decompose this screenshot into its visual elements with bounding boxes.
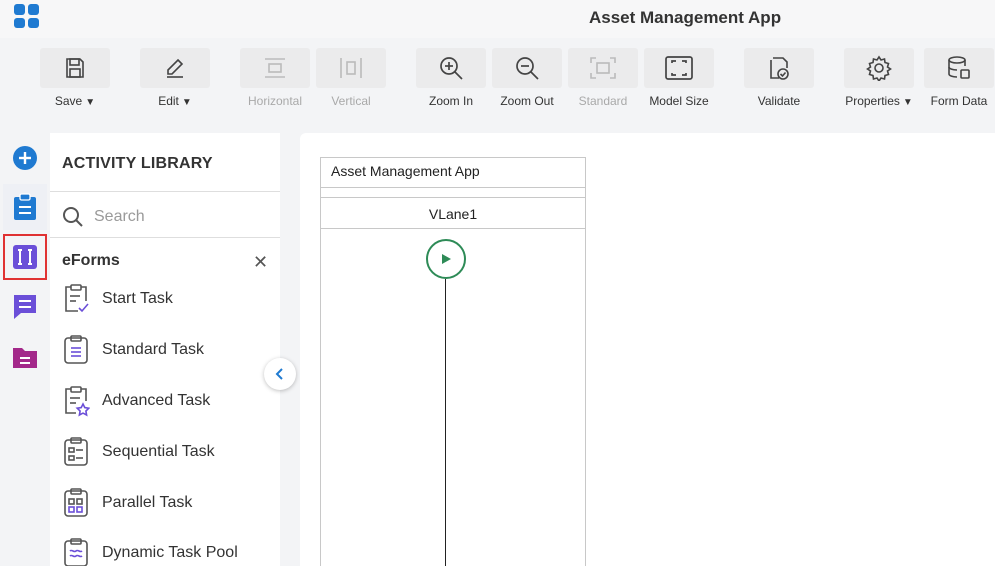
chevron-down-icon: ▼ [902,97,913,108]
library-item-parallel-task[interactable]: Parallel Task [62,483,272,523]
dynamic-task-pool-icon [62,536,90,566]
chevron-left-icon [275,368,283,380]
zoom-out-button[interactable]: Zoom Out [492,48,562,108]
app-launcher-icon[interactable] [14,4,40,28]
validate-button[interactable]: Validate [744,48,814,108]
activity-library-title: ACTIVITY LIBRARY [62,155,213,172]
edit-button[interactable]: Edit ▼ [140,48,210,108]
vertical-button[interactable]: Vertical [316,48,386,108]
gear-icon [844,48,914,88]
pencil-icon [140,48,210,88]
library-item-sequential-task[interactable]: Sequential Task [62,432,272,472]
library-item-label: Start Task [102,290,173,307]
sequential-task-icon [62,435,90,469]
chat-icon [14,295,36,319]
fit-screen-icon [644,48,714,88]
search-icon [63,207,83,227]
standard-task-icon [62,333,90,367]
pool-title: Asset Management App [321,158,585,188]
library-item-label: Advanced Task [102,392,211,409]
standard-button[interactable]: Standard [568,48,638,108]
advanced-task-icon [62,384,90,418]
rail-variables-button[interactable] [3,234,47,280]
process-canvas[interactable]: Asset Management App VLane1 [300,133,995,566]
zoom-out-icon [492,48,562,88]
save-icon [40,48,110,88]
parallel-task-icon [62,486,90,520]
start-event-node[interactable] [426,239,466,279]
library-item-label: Sequential Task [102,443,215,460]
lane-title[interactable]: VLane1 [321,198,585,229]
folder-icon [13,348,37,368]
zoom-in-label: Zoom In [428,94,473,108]
library-item-standard-task[interactable]: Standard Task [62,330,272,370]
library-item-label: Dynamic Task Pool [102,544,238,561]
horizontal-button[interactable]: Horizontal [240,48,310,108]
rail-messages-button[interactable] [3,284,47,330]
toolbar: Save ▼ Edit ▼ Horizontal Vertical Zoom In … [0,38,995,114]
vertical-label: Vertical [331,94,371,108]
rail-folder-button[interactable] [3,334,47,380]
sequence-flow-line[interactable] [445,279,446,566]
search-input[interactable] [94,205,264,229]
swimlane-pool[interactable]: Asset Management App VLane1 [320,157,586,566]
close-icon[interactable]: ✕ [253,253,268,271]
zoom-in-button[interactable]: Zoom In [416,48,486,108]
properties-button[interactable]: Properties ▼ [844,48,914,108]
divider [50,191,280,192]
model-size-label: Model Size [649,94,709,108]
library-item-advanced-task[interactable]: Advanced Task [62,381,272,421]
save-button[interactable]: Save ▼ [40,48,110,108]
validate-icon [744,48,814,88]
standard-size-icon [568,48,638,88]
zoom-in-icon [416,48,486,88]
category-title: eForms [62,252,120,269]
horizontal-label: Horizontal [247,94,303,108]
model-size-button[interactable]: Model Size [644,48,714,108]
properties-label: Properties [845,94,900,108]
activity-library-panel: ACTIVITY LIBRARY eForms ✕ Start Task Sta… [50,133,280,566]
edit-label: Edit [158,94,179,108]
rail-add-button[interactable] [3,135,47,181]
top-bar: Asset Management App [0,0,995,38]
database-icon [924,48,994,88]
validate-label: Validate [757,94,801,108]
variable-bracket-icon [13,245,37,269]
library-item-label: Parallel Task [102,494,193,511]
chevron-down-icon: ▼ [85,97,96,108]
library-item-start-task[interactable]: Start Task [62,279,272,319]
start-task-icon [62,282,90,316]
clipboard-icon [14,193,36,220]
library-item-dynamic-task-pool[interactable]: Dynamic Task Pool [62,533,272,566]
rail-activity-library-button[interactable] [3,184,47,230]
standard-label: Standard [578,94,628,108]
divider [50,237,280,238]
collapse-panel-button[interactable] [264,358,296,390]
plus-circle-icon [13,146,37,170]
zoom-out-label: Zoom Out [500,94,554,108]
vertical-layout-icon [316,48,386,88]
left-rail [0,133,50,566]
app-title: Asset Management App [589,8,782,27]
save-label: Save [54,94,83,108]
library-item-label: Standard Task [102,341,204,358]
horizontal-layout-icon [240,48,310,88]
play-icon [442,254,451,264]
pool-divider [321,188,585,198]
chevron-down-icon: ▼ [181,97,192,108]
form-data-button[interactable]: Form Data [924,48,994,108]
form-data-label: Form Data [930,94,988,108]
